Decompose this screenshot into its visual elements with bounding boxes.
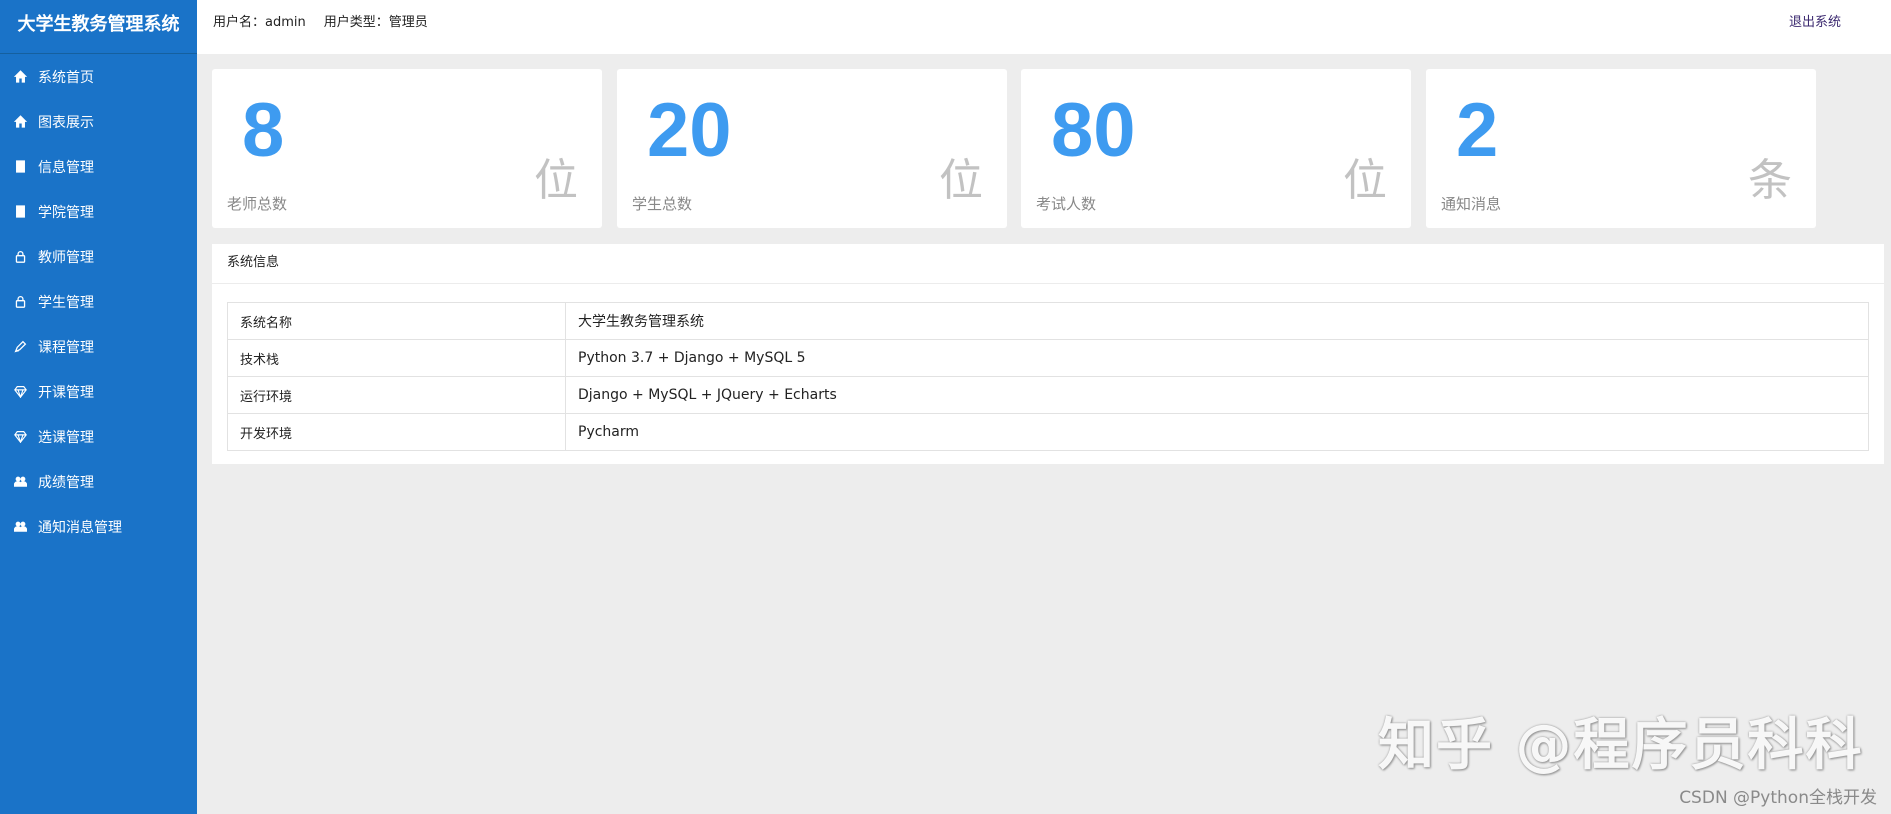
table-cell-value: Python 3.7 + Django + MySQL 5 [565,339,1869,377]
table-row: 系统名称 大学生教务管理系统 [227,302,1869,340]
sidebar-item-label: 成绩管理 [38,474,94,491]
lock-icon [12,249,28,265]
sidebar-item-teacher[interactable]: 教师管理 [0,234,197,279]
stat-label: 学生总数 [632,195,693,213]
table-row: 开发环境 Pycharm [227,413,1869,451]
table-cell-value: 大学生教务管理系统 [565,302,1869,340]
logout-link[interactable]: 退出系统 [1789,0,1841,46]
sidebar-item-label: 信息管理 [38,159,94,176]
stat-value: 80 [1051,88,1136,173]
sidebar-item-open-course[interactable]: 开课管理 [0,369,197,414]
top-bar: 用户名：admin 用户类型：管理员 退出系统 [197,0,1891,54]
system-info-table: 系统名称 大学生教务管理系统 技术栈 Python 3.7 + Django +… [227,302,1869,451]
sidebar-item-info[interactable]: 信息管理 [0,144,197,189]
sidebar: 大学生教务管理系统 系统首页 图表展示 信息管理 学院管理 教师管理 学生管理 … [0,0,197,814]
book-icon [12,204,28,220]
user-info: 用户名：admin 用户类型：管理员 [213,0,428,46]
sidebar-item-label: 学院管理 [38,204,94,221]
sidebar-item-college[interactable]: 学院管理 [0,189,197,234]
sidebar-item-notifications[interactable]: 通知消息管理 [0,504,197,549]
stat-card-teachers: 8 老师总数 位 [212,69,602,228]
book-icon [12,159,28,175]
stat-unit: 位 [939,155,983,206]
sidebar-item-label: 系统首页 [38,69,94,86]
zhihu-watermark: 知乎 @程序员科科 [1378,713,1864,778]
lock-icon [12,294,28,310]
stat-card-students: 20 学生总数 位 [617,69,1007,228]
sidebar-item-select-course[interactable]: 选课管理 [0,414,197,459]
stat-card-exams: 80 考试人数 位 [1021,69,1411,228]
table-cell-key: 运行环境 [227,376,566,414]
table-cell-value: Pycharm [565,413,1869,451]
stat-card-notifications: 2 通知消息 条 [1426,69,1816,228]
sidebar-item-home[interactable]: 系统首页 [0,54,197,99]
home-icon [12,69,28,85]
sidebar-item-grades[interactable]: 成绩管理 [0,459,197,504]
sidebar-item-label: 课程管理 [38,339,94,356]
table-cell-value: Django + MySQL + JQuery + Echarts [565,376,1869,414]
sidebar-item-label: 开课管理 [38,384,94,401]
table-row: 技术栈 Python 3.7 + Django + MySQL 5 [227,339,1869,377]
stat-value: 20 [647,88,732,173]
sidebar-item-label: 教师管理 [38,249,94,266]
usertype-label: 用户类型：管理员 [323,15,428,30]
stat-unit: 条 [1748,155,1792,206]
panel-title: 系统信息 [212,244,1884,284]
table-cell-key: 系统名称 [227,302,566,340]
system-info-panel: 系统信息 系统名称 大学生教务管理系统 技术栈 Python 3.7 + Dja… [212,244,1884,464]
users-icon [12,519,28,535]
sidebar-item-label: 图表展示 [38,114,94,131]
stat-unit: 位 [534,155,578,206]
sidebar-item-charts[interactable]: 图表展示 [0,99,197,144]
sidebar-nav: 系统首页 图表展示 信息管理 学院管理 教师管理 学生管理 课程管理 开课管理 … [0,54,197,549]
diamond-icon [12,429,28,445]
csdn-watermark: CSDN @Python全栈开发 [1679,788,1877,808]
home-icon [12,114,28,130]
stat-value: 8 [242,88,285,173]
sidebar-item-label: 通知消息管理 [38,519,122,536]
app-title: 大学生教务管理系统 [0,0,197,54]
sidebar-item-course[interactable]: 课程管理 [0,324,197,369]
table-cell-key: 开发环境 [227,413,566,451]
stat-unit: 位 [1343,155,1387,206]
table-cell-key: 技术栈 [227,339,566,377]
username-label: 用户名：admin [213,15,306,30]
stat-label: 考试人数 [1036,195,1097,213]
stat-label: 老师总数 [227,195,288,213]
sidebar-item-label: 学生管理 [38,294,94,311]
sidebar-item-student[interactable]: 学生管理 [0,279,197,324]
table-row: 运行环境 Django + MySQL + JQuery + Echarts [227,376,1869,414]
users-icon [12,474,28,490]
sidebar-item-label: 选课管理 [38,429,94,446]
pen-icon [12,339,28,355]
stat-label: 通知消息 [1441,195,1502,213]
diamond-icon [12,384,28,400]
stat-value: 2 [1456,88,1499,173]
